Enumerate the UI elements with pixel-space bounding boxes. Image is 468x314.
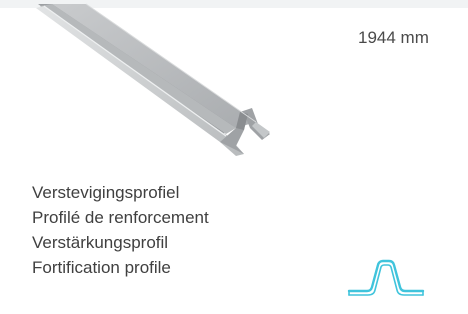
profile-length: 1944 mm [358,28,429,47]
product-name-list: Verstevigingsprofiel Profilé de renforce… [32,180,209,280]
steel-profile-image [36,3,270,156]
product-name-dutch: Verstevigingsprofiel [32,183,180,202]
product-name-english: Fortification profile [32,258,171,277]
profile-cross-section-icon [347,259,425,296]
product-name-german: Verstärkungsprofil [32,233,169,252]
product-name-french: Profilé de renforcement [32,208,209,227]
